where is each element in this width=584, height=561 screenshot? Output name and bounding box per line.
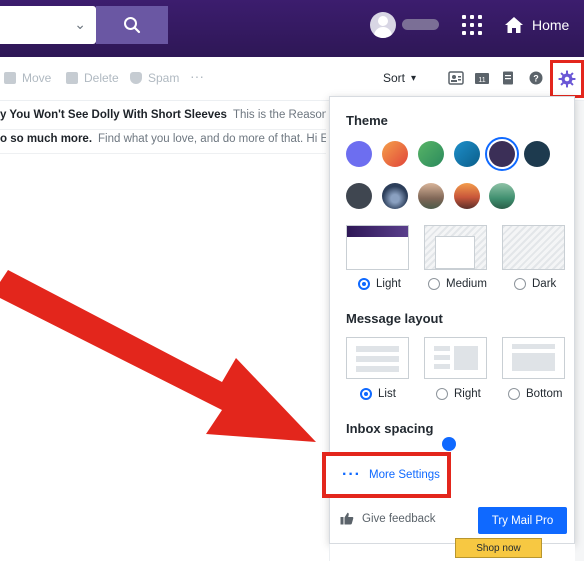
spam-label: Spam (148, 71, 180, 85)
notepad-icon[interactable] (500, 71, 516, 85)
help-icon[interactable]: ? (528, 71, 544, 85)
radio-icon (514, 278, 526, 290)
dark-theme-card[interactable] (502, 225, 565, 270)
layout-list-radio[interactable]: List (360, 388, 396, 400)
theme-swatch-3[interactable] (418, 141, 444, 167)
radio-selected-icon (358, 278, 370, 290)
apps-grid-icon[interactable] (460, 13, 484, 37)
radio-selected-icon (360, 388, 372, 400)
shield-icon (130, 72, 142, 84)
thumbs-up-icon (340, 512, 354, 525)
layout-right-radio[interactable]: Right (436, 388, 481, 400)
search-input[interactable]: ⌄ (0, 6, 96, 44)
calendar-icon[interactable]: 11 (474, 71, 490, 85)
more-settings-label: More Settings (368, 469, 440, 481)
settings-button[interactable] (550, 60, 584, 98)
give-feedback-link[interactable]: Give feedback (340, 512, 436, 525)
theme-swatch-4[interactable] (454, 141, 480, 167)
list-item[interactable]: o so much more. Find what you love, and … (0, 125, 326, 154)
delete-button[interactable]: Delete (66, 71, 119, 85)
layout-list-card[interactable] (346, 337, 409, 379)
contacts-icon[interactable] (448, 71, 464, 85)
theme-swatch-9[interactable] (418, 183, 444, 209)
appearance-light-radio[interactable]: Light (358, 278, 401, 290)
account-name[interactable] (402, 19, 439, 30)
search-button[interactable] (96, 6, 168, 44)
message-subject: o so much more. (0, 133, 93, 145)
theme-swatch-11[interactable] (489, 183, 515, 209)
sort-label: Sort (383, 71, 406, 85)
ellipsis-icon: ··· (342, 466, 361, 483)
give-feedback-label: Give feedback (362, 512, 436, 525)
more-settings-button[interactable]: ··· More Settings (322, 452, 451, 498)
appearance-light-label: Light (376, 278, 401, 290)
message-toolbar: Move Delete Spam ··· Sort ▾ 11 ? (0, 57, 584, 101)
search-icon (124, 17, 141, 34)
theme-swatch-1[interactable] (346, 141, 372, 167)
theme-swatch-10[interactable] (454, 183, 480, 209)
chevron-down-icon[interactable]: ⌄ (74, 16, 86, 33)
layout-right-label: Right (454, 388, 481, 400)
home-label: Home (532, 17, 570, 33)
light-theme-card[interactable] (346, 225, 409, 270)
more-actions-button[interactable]: ··· (190, 68, 204, 84)
svg-text:?: ? (533, 74, 539, 84)
appearance-medium-label: Medium (446, 278, 487, 290)
try-mail-pro-label: Try Mail Pro (491, 514, 554, 527)
layout-list-label: List (378, 388, 396, 400)
spacing-heading: Inbox spacing (346, 421, 434, 436)
home-icon (505, 17, 523, 33)
sort-dropdown[interactable]: Sort ▾ (383, 71, 416, 85)
right-rail (575, 101, 584, 561)
radio-icon (428, 278, 440, 290)
message-subject: y You Won't See Dolly With Short Sleeves (0, 109, 227, 121)
layout-right-card[interactable] (424, 337, 487, 379)
appearance-medium-radio[interactable]: Medium (428, 278, 487, 290)
appearance-dark-radio[interactable]: Dark (514, 278, 556, 290)
theme-swatch-7[interactable] (346, 183, 372, 209)
top-header: ⌄ Home (0, 0, 584, 57)
svg-text:11: 11 (478, 77, 485, 84)
theme-heading: Theme (346, 113, 388, 128)
chevron-down-icon: ▾ (411, 72, 417, 84)
gear-icon (558, 70, 576, 88)
avatar[interactable] (370, 12, 396, 38)
message-snippet: This is the Reason Wh... (232, 109, 326, 121)
spacing-slider-handle[interactable] (442, 437, 456, 451)
theme-swatch-2[interactable] (382, 141, 408, 167)
theme-swatch-5[interactable] (489, 141, 515, 167)
shop-now-label: Shop now (476, 542, 521, 554)
appearance-dark-label: Dark (532, 278, 557, 290)
move-label: Move (22, 71, 52, 85)
medium-theme-card[interactable] (424, 225, 487, 270)
home-link[interactable]: Home (504, 14, 569, 36)
layout-bottom-card[interactable] (502, 337, 565, 379)
shop-now-button[interactable]: Shop now (455, 538, 542, 558)
theme-swatch-8[interactable] (382, 183, 408, 209)
move-button[interactable]: Move (4, 71, 51, 85)
theme-swatch-6[interactable] (524, 141, 550, 167)
annotation-arrow (0, 270, 316, 442)
radio-icon (508, 388, 520, 400)
message-snippet: Find what you love, and do more of that.… (98, 133, 326, 145)
trash-icon (66, 72, 78, 84)
layout-bottom-label: Bottom (526, 388, 563, 400)
try-mail-pro-button[interactable]: Try Mail Pro (478, 507, 567, 534)
spam-button[interactable]: Spam (130, 71, 179, 85)
layout-heading: Message layout (346, 311, 443, 326)
delete-label: Delete (84, 71, 119, 85)
radio-icon (436, 388, 448, 400)
folder-icon (4, 72, 16, 84)
layout-bottom-radio[interactable]: Bottom (508, 388, 562, 400)
more-actions-label: ··· (190, 68, 204, 84)
